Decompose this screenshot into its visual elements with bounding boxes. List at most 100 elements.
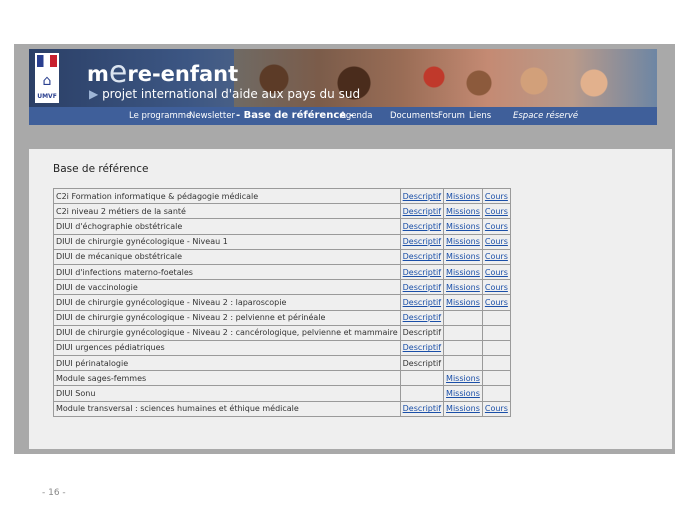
ministry-logo: ⌂ UMVF [35, 53, 59, 103]
page-number: - 16 - [42, 488, 66, 498]
cours-link[interactable]: Cours [485, 404, 508, 413]
cours-link[interactable]: Cours [485, 268, 508, 277]
missions-link[interactable]: Missions [446, 237, 480, 246]
descriptif-cell: Descriptif [399, 324, 445, 341]
site-brand[interactable]: mere-enfant [87, 55, 238, 90]
missions-link[interactable]: Missions [446, 207, 480, 216]
missions-link[interactable]: Missions [446, 298, 480, 307]
descriptif-link[interactable]: Descriptif [403, 298, 441, 307]
program-name-cell: DIUI de chirurgie gynécologique - Niveau… [53, 294, 401, 311]
descriptif-link[interactable]: Descriptif [403, 222, 441, 231]
program-name-text: C2i niveau 2 métiers de la santé [56, 206, 186, 216]
logo-label: UMVF [37, 93, 57, 100]
program-name-cell: DIUI de chirurgie gynécologique - Niveau… [53, 324, 401, 341]
missions-cell [443, 355, 483, 372]
program-name-text: DIUI d'échographie obstétricale [56, 221, 183, 231]
table-row: Module sages-femmes Missions [53, 370, 511, 387]
descriptif-link[interactable]: Descriptif [403, 343, 441, 352]
table-row: DIUI de chirurgie gynécologique - Niveau… [53, 294, 511, 311]
descriptif-cell: Descriptif [399, 248, 445, 265]
tagline-text: projet international d'aide aux pays du … [102, 87, 361, 101]
cours-cell: Cours [481, 263, 511, 281]
missions-link[interactable]: Missions [446, 389, 480, 398]
nav-base-de-reference[interactable]: - Base de référence - [236, 107, 354, 125]
program-name-text: DIUI d'infections materno-foetales [56, 267, 193, 277]
cours-link[interactable]: Cours [485, 192, 508, 201]
descriptif-cell: Descriptif [399, 187, 445, 205]
nav-newsletter[interactable]: Newsletter [189, 107, 235, 125]
nav-le-programme[interactable]: Le programme [129, 107, 191, 125]
missions-cell: Missions [443, 233, 483, 250]
program-name-text: DIUI urgences pédiatriques [56, 343, 165, 353]
cours-link[interactable]: Cours [485, 237, 508, 246]
table-row: C2i niveau 2 métiers de la santé Descript… [53, 203, 511, 220]
descriptif-cell: Descriptif [399, 263, 445, 281]
missions-link[interactable]: Missions [446, 252, 480, 261]
missions-link[interactable]: Missions [446, 222, 480, 231]
cours-link[interactable]: Cours [485, 298, 508, 307]
descriptif-cell: Descriptif [399, 309, 445, 326]
descriptif-link[interactable]: Descriptif [403, 283, 441, 292]
program-name-cell: DIUI périnatalogie [53, 355, 401, 372]
nav-agenda[interactable]: Agenda [340, 107, 372, 125]
cours-cell [481, 324, 511, 341]
descriptif-link[interactable]: Descriptif [403, 313, 441, 322]
missions-cell: Missions [443, 400, 483, 417]
program-name-text: DIUI de vaccinologie [56, 282, 138, 292]
program-name-cell: C2i Formation informatique & pédagogie m… [53, 187, 401, 205]
missions-cell: Missions [443, 263, 483, 281]
program-name-cell: Module transversal : sciences humaines e… [53, 400, 401, 417]
missions-cell [443, 339, 483, 357]
descriptif-cell [399, 370, 445, 387]
table-row: DIUI de vaccinologie Descriptif Missions Co… [53, 279, 511, 296]
program-name-text: C2i Formation informatique & pédagogie m… [56, 191, 259, 201]
table-row: C2i Formation informatique & pédagogie m… [53, 187, 511, 205]
cours-link[interactable]: Cours [485, 252, 508, 261]
cours-cell [481, 355, 511, 372]
cours-cell: Cours [481, 203, 511, 220]
descriptif-link[interactable]: Descriptif [403, 207, 441, 216]
program-name-cell: C2i niveau 2 métiers de la santé [53, 203, 401, 220]
missions-link[interactable]: Missions [446, 374, 480, 383]
descriptif-cell [399, 385, 445, 402]
missions-link[interactable]: Missions [446, 268, 480, 277]
missions-link[interactable]: Missions [446, 283, 480, 292]
cours-link[interactable]: Cours [485, 222, 508, 231]
nav-documents[interactable]: Documents [390, 107, 438, 125]
cours-cell: Cours [481, 233, 511, 250]
cours-link[interactable]: Cours [485, 283, 508, 292]
brand-e: e [108, 55, 128, 90]
cours-cell [481, 339, 511, 357]
nav-liens[interactable]: Liens [469, 107, 491, 125]
nav-forum[interactable]: Forum [438, 107, 465, 125]
program-name-cell: DIUI de vaccinologie [53, 279, 401, 296]
missions-cell: Missions [443, 187, 483, 205]
cours-cell [481, 370, 511, 387]
missions-cell: Missions [443, 203, 483, 220]
table-row: DIUI périnatalogie Descriptif [53, 355, 511, 372]
program-name-text: Module transversal : sciences humaines e… [56, 404, 299, 414]
program-name-cell: DIUI de mécanique obstétricale [53, 248, 401, 265]
cours-cell: Cours [481, 279, 511, 296]
missions-link[interactable]: Missions [446, 404, 480, 413]
descriptif-cell: Descriptif [399, 339, 445, 357]
program-name-cell: DIUI de chirurgie gynécologique - Niveau… [53, 233, 401, 250]
descriptif-link[interactable]: Descriptif [403, 268, 441, 277]
program-name-text: DIUI de chirurgie gynécologique - Niveau… [56, 328, 398, 338]
missions-cell: Missions [443, 294, 483, 311]
descriptif-link[interactable]: Descriptif [403, 192, 441, 201]
program-name-text: DIUI de chirurgie gynécologique - Niveau… [56, 313, 326, 323]
program-name-cell: Module sages-femmes [53, 370, 401, 387]
descriptif-link[interactable]: Descriptif [403, 404, 441, 413]
descriptif-link[interactable]: Descriptif [403, 252, 441, 261]
cours-cell: Cours [481, 187, 511, 205]
nav-espace-reserve[interactable]: Espace réservé [513, 107, 578, 125]
missions-link[interactable]: Missions [446, 192, 480, 201]
table-row: DIUI urgences pédiatriques Descriptif [53, 339, 511, 357]
descriptif-link[interactable]: Descriptif [403, 237, 441, 246]
descriptif-cell: Descriptif [399, 233, 445, 250]
brand-prefix: m [87, 62, 109, 86]
descriptif-cell: Descriptif [399, 400, 445, 417]
table-row: DIUI de mécanique obstétricale Descriptif… [53, 248, 511, 265]
cours-link[interactable]: Cours [485, 207, 508, 216]
